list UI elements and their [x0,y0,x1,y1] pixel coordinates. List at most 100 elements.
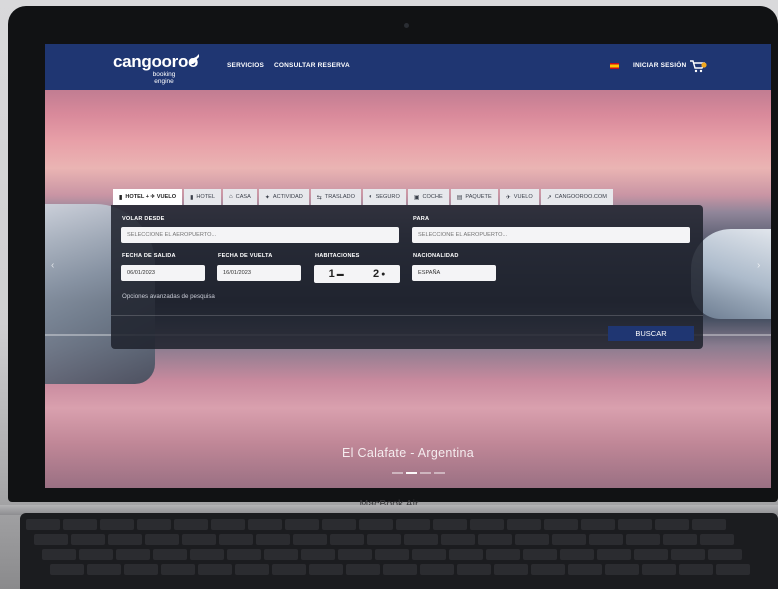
spain-flag-icon[interactable] [610,63,619,69]
keyboard-key [330,534,364,545]
keyboard-key [34,534,68,545]
panel-divider [111,315,703,316]
tab-hotel[interactable]: ▮ HOTEL [184,189,222,205]
keyboard-row [26,519,729,530]
keyboard-key [322,519,356,530]
tab-hotel-vuelo[interactable]: ▮ HOTEL + ✈ VUELO [113,189,183,205]
keyboard-key [457,564,491,575]
transfer-icon: ⇆ [316,194,322,201]
keyboard-key [634,549,668,560]
plane-icon: ✈ [505,194,511,201]
keyboard-key [285,519,319,530]
keyboard-key [581,519,615,530]
keyboard-key [486,549,520,560]
keyboard-key [700,534,734,545]
keyboard-key [26,519,60,530]
nationality-select[interactable]: ESPAÑA [412,265,496,281]
keyboard-key [515,534,549,545]
departure-date-input[interactable]: 06/01/2023 [121,265,205,281]
rooms-label: HABITACIONES [315,253,360,259]
keyboard-key [182,534,216,545]
keyboard-key [470,519,504,530]
keyboard-key [552,534,586,545]
keyboard-key [716,564,750,575]
slide-dot[interactable] [434,472,445,474]
tab-traslado[interactable]: ⇆ TRASLADO [310,189,361,205]
logo[interactable]: cangooroo [113,52,198,72]
nav-consultar-reserva[interactable]: CONSULTAR RESERVA [274,62,350,69]
keyboard-key [264,549,298,560]
slide-dot[interactable] [406,472,417,474]
rooms-guests-selector[interactable]: 1 ▬ 2 ● [314,265,400,283]
slide-caption: El Calafate - Argentina [342,446,474,460]
to-airport-input[interactable] [412,227,690,243]
from-airport-input[interactable] [121,227,399,243]
bed-icon: ▬ [336,270,344,278]
search-button[interactable]: BUSCAR [608,326,694,341]
keyboard-key [597,549,631,560]
slide-dot[interactable] [392,472,403,474]
keyboard-key [544,519,578,530]
external-link-icon: ↗ [546,194,552,201]
tab-coche[interactable]: ▣ COCHE [407,189,449,205]
keyboard-key [531,564,565,575]
shield-icon: ◐ [368,194,373,200]
site-header: cangooroo booking engine SERVICIOS CONSU… [45,44,771,90]
keyboard-key [367,534,401,545]
tab-seguro[interactable]: ◐ SEGURO [362,189,406,205]
keyboard-key [161,564,195,575]
house-icon: ⌂ [229,194,233,200]
hotel-icon: ▮ [119,194,123,201]
keyboard-key [346,564,380,575]
keyboard-key [605,564,639,575]
laptop-keyboard [20,513,778,589]
keyboard-key [42,549,76,560]
keyboard-key [383,564,417,575]
tab-paquete[interactable]: ▤ PAQUETE [450,189,498,205]
keyboard-key [478,534,512,545]
login-link[interactable]: INICIAR SESIÓN [633,62,686,69]
keyboard-key [642,564,676,575]
keyboard-key [359,519,393,530]
tab-vuelo[interactable]: ✈ VUELO [499,189,539,205]
keyboard-key [211,519,245,530]
keyboard-key [560,549,594,560]
car-icon: ▣ [413,194,420,201]
slide-dot[interactable] [420,472,431,474]
keyboard-key [145,534,179,545]
keyboard-key [50,564,84,575]
tab-casa[interactable]: ⌂ CASA [223,189,257,205]
product-tabs: ▮ HOTEL + ✈ VUELO ▮ HOTEL ⌂ CASA ✦ ACTIV… [113,189,615,205]
keyboard-key [309,564,343,575]
hotel-icon: ▮ [190,194,194,201]
tab-actividad[interactable]: ✦ ACTIVIDAD [258,189,309,205]
to-label: PARA [413,216,430,222]
keyboard-key [568,564,602,575]
cart-icon[interactable] [689,59,707,73]
keyboard-key [153,549,187,560]
keyboard-key [293,534,327,545]
nav-servicios[interactable]: SERVICIOS [227,62,264,69]
nationality-label: NACIONALIDAD [413,253,459,259]
search-panel: VOLAR DESDE PARA FECHA DE SALIDA 06/01/2… [111,205,703,349]
keyboard-row [50,564,753,575]
browser-screen: cangooroo booking engine SERVICIOS CONSU… [45,44,771,488]
keyboard-key [79,549,113,560]
keyboard-key [71,534,105,545]
keyboard-key [404,534,438,545]
keyboard-key [375,549,409,560]
return-date-input[interactable]: 16/01/2023 [217,265,301,281]
advanced-search-link[interactable]: Opciones avanzadas de pesquisa [122,293,215,300]
camera-icon [404,23,409,28]
keyboard-key [708,549,742,560]
tab-cangooroo-com[interactable]: ↗ CANGOOROO.COM [540,189,613,205]
keyboard-key [63,519,97,530]
keyboard-key [219,534,253,545]
keyboard-key [272,564,306,575]
keyboard-key [301,549,335,560]
slide-next-icon[interactable]: › [757,260,760,271]
slide-prev-icon[interactable]: ‹ [51,260,54,271]
keyboard-key [671,549,705,560]
keyboard-key [507,519,541,530]
person-icon: ● [381,270,386,278]
